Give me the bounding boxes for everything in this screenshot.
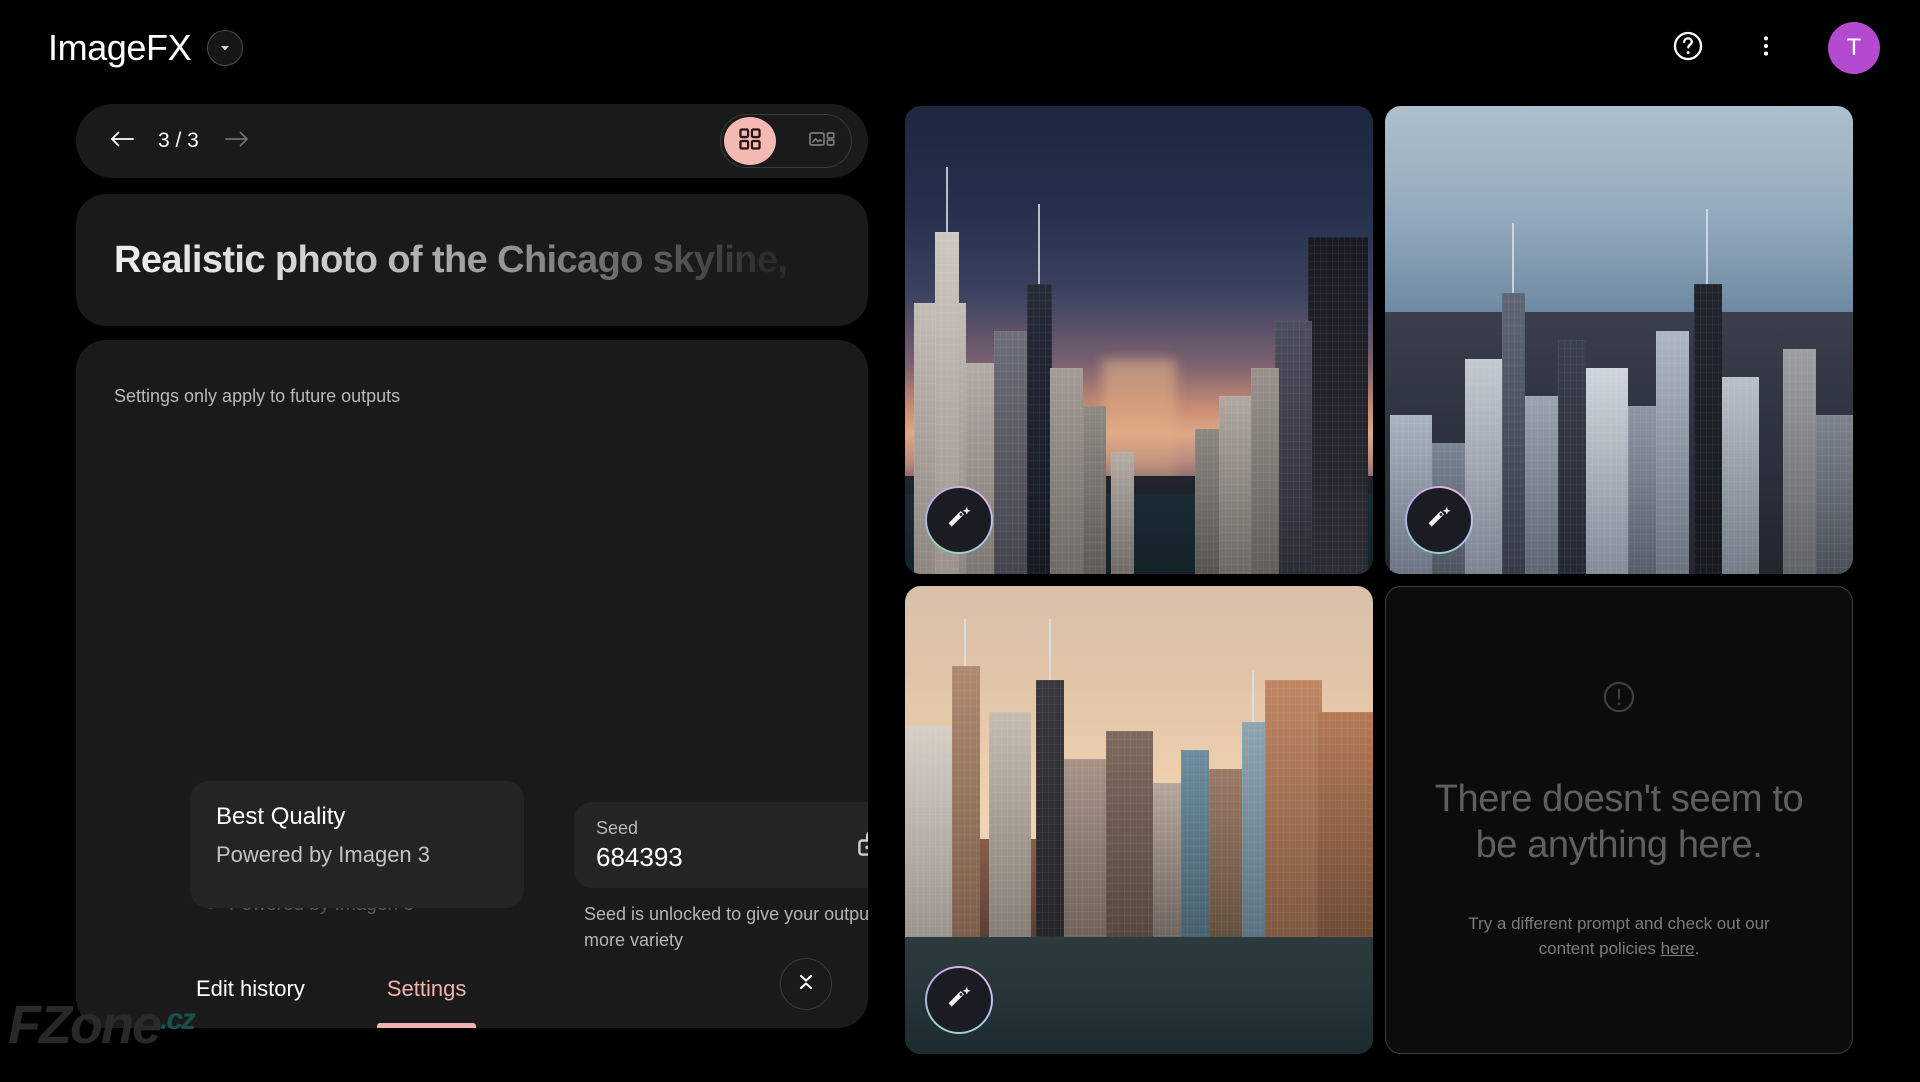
next-button[interactable] <box>217 121 257 161</box>
avatar-initial: T <box>1846 34 1862 61</box>
magic-wand-edit-icon <box>944 503 974 538</box>
seed-setting-card[interactable]: Seed 684393 <box>574 802 868 888</box>
building <box>1558 340 1587 574</box>
building <box>993 330 1027 574</box>
view-mode-toggle <box>720 114 852 168</box>
empty-state-title: There doesn't seem to be anything here. <box>1434 777 1804 866</box>
empty-state-subtitle: Try a different prompt and check out our… <box>1454 912 1784 961</box>
quality-setting-card[interactable]: Best Quality Powered by Imagen 3 <box>190 781 524 908</box>
magic-wand-edit-icon <box>944 983 974 1018</box>
spire <box>1705 208 1708 284</box>
grid-view-icon <box>737 126 763 157</box>
gallery-nav-bar: 3 / 3 <box>76 104 868 178</box>
exclamation-circle-icon <box>1601 679 1637 720</box>
prompt-input[interactable]: Realistic photo of the Chicago skyline, <box>76 194 868 326</box>
edit-image-button[interactable] <box>925 486 993 554</box>
building <box>1656 330 1690 574</box>
top-bar-actions: T <box>1666 22 1880 74</box>
seed-value: 684393 <box>596 841 683 872</box>
tab-settings[interactable]: Settings <box>376 976 477 1028</box>
chevron-down-icon <box>218 41 232 55</box>
generated-image-1[interactable] <box>905 106 1373 574</box>
building <box>1036 679 1065 938</box>
empty-state-subtitle-period: . <box>1694 938 1700 958</box>
building <box>1241 721 1266 938</box>
building <box>1251 368 1280 574</box>
building <box>1181 749 1210 938</box>
building <box>1464 358 1503 574</box>
generated-image-3[interactable] <box>905 586 1373 1054</box>
view-mode-list-button[interactable] <box>796 117 848 165</box>
building <box>1782 349 1816 574</box>
building <box>1218 396 1252 574</box>
building <box>1628 405 1657 574</box>
building <box>1307 237 1369 574</box>
spire <box>963 618 966 666</box>
building <box>1316 712 1373 937</box>
building <box>1815 414 1853 574</box>
building <box>1082 405 1107 574</box>
prompt-text: Realistic photo of the Chicago skyline, <box>76 239 788 282</box>
more-options-button[interactable] <box>1744 26 1788 70</box>
panel-tabs: Edit history Settings <box>76 942 868 1028</box>
app-title: ImageFX <box>48 27 192 68</box>
spire <box>1048 618 1051 680</box>
building <box>1693 283 1723 574</box>
magic-wand-edit-icon <box>1424 503 1454 538</box>
image-list-view-icon <box>808 127 836 156</box>
left-panel: 3 / 3 Realistic photo of the Chicago sky… <box>76 104 868 1054</box>
tab-edit-history[interactable]: Edit history <box>186 976 315 1028</box>
arrow-left-icon <box>107 127 137 156</box>
building <box>1586 368 1629 574</box>
brand: ImageFX <box>48 27 244 69</box>
lock-open-icon <box>855 827 868 864</box>
page-counter: 3 / 3 <box>158 129 199 152</box>
seed-label: Seed <box>596 817 639 838</box>
building <box>1502 293 1526 574</box>
building <box>1525 396 1559 574</box>
app-switcher-button[interactable] <box>207 30 244 66</box>
building <box>1106 731 1154 937</box>
spire <box>1252 670 1255 722</box>
empty-result-cell: There doesn't seem to be anything here. … <box>1385 586 1853 1054</box>
avatar[interactable]: T <box>1828 22 1880 74</box>
quality-subtitle: Powered by Imagen 3 <box>216 842 431 867</box>
building <box>1026 283 1053 574</box>
seed-lock-button[interactable] <box>855 827 868 864</box>
building <box>989 712 1032 937</box>
building <box>1064 759 1107 937</box>
help-circle-icon <box>1671 29 1705 68</box>
collapse-panel-button[interactable] <box>780 958 832 1010</box>
building <box>1274 321 1313 574</box>
help-button[interactable] <box>1666 26 1710 70</box>
seed-labels: Seed 684393 <box>596 818 683 873</box>
building <box>1195 428 1219 574</box>
arrow-right-icon <box>222 127 252 156</box>
settings-panel: Settings only apply to future outputs Po… <box>76 340 868 1028</box>
more-vertical-icon <box>1753 33 1779 64</box>
building <box>1110 452 1135 574</box>
building <box>1721 377 1760 574</box>
view-mode-grid-button[interactable] <box>724 117 776 165</box>
spire <box>945 166 948 233</box>
content-policies-link[interactable]: here <box>1661 939 1695 958</box>
spire <box>1038 204 1041 284</box>
edit-image-button[interactable] <box>925 966 993 1034</box>
previous-button[interactable] <box>102 121 142 161</box>
image-grid: There doesn't seem to be anything here. … <box>905 106 1857 1054</box>
empty-state-subtitle-text: Try a different prompt and check out our… <box>1468 914 1770 958</box>
top-bar: ImageFX T <box>0 0 1920 96</box>
generated-image-2[interactable] <box>1385 106 1853 574</box>
imagefx-app: ImageFX T 3 / 3 Realistic photo of the C… <box>0 0 1920 1082</box>
settings-note: Settings only apply to future outputs <box>114 386 401 406</box>
quality-title: Best Quality <box>216 803 346 830</box>
building <box>1050 368 1083 574</box>
edit-image-button[interactable] <box>1405 486 1473 554</box>
unfold-less-icon <box>794 970 818 999</box>
building <box>951 665 980 938</box>
building <box>1265 679 1322 938</box>
spire <box>1512 223 1515 294</box>
